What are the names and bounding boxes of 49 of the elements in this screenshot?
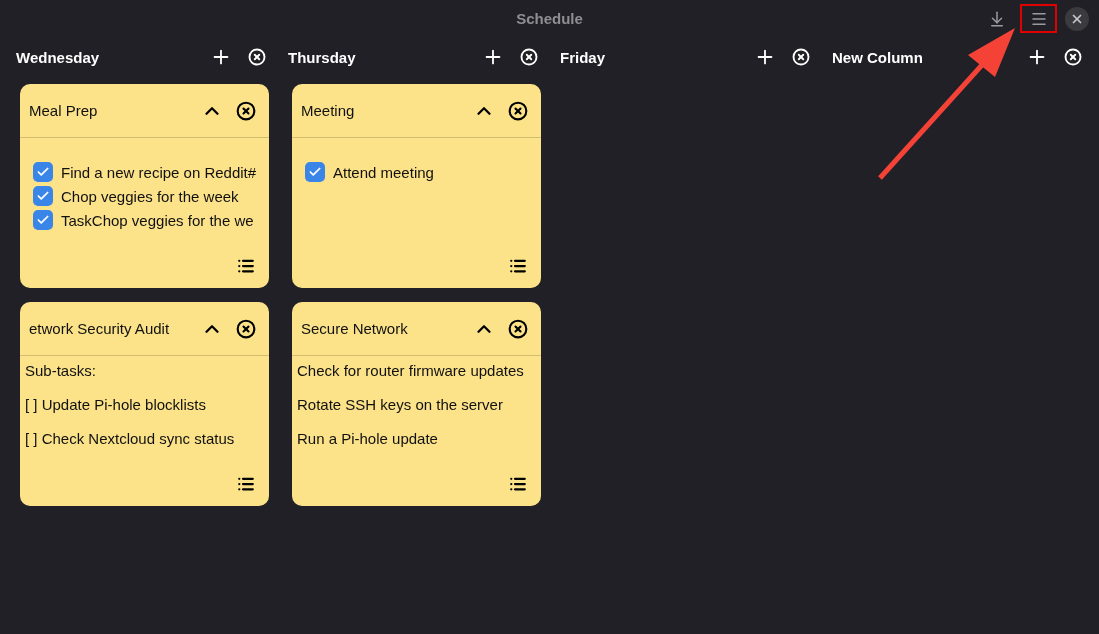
note-line: Sub-tasks: xyxy=(25,362,97,380)
delete-column-button[interactable] xyxy=(518,46,540,68)
list-icon xyxy=(237,257,255,275)
card-title: Secure Network xyxy=(301,320,409,337)
circle-x-icon xyxy=(1064,48,1082,66)
checkbox[interactable] xyxy=(33,210,53,230)
window-title: Schedule xyxy=(516,9,583,27)
list-icon xyxy=(509,475,527,493)
task-text: Find a new recipe on Reddit# xyxy=(61,163,257,181)
circle-x-icon xyxy=(520,48,538,66)
close-button[interactable] xyxy=(1065,6,1089,31)
checkbox[interactable] xyxy=(33,186,53,206)
delete-card-button[interactable] xyxy=(235,317,257,340)
note-line: Run a Pi-hole update xyxy=(297,430,439,448)
card-title: Meeting xyxy=(301,102,356,119)
delete-column-button[interactable] xyxy=(790,46,812,68)
check-icon xyxy=(36,213,50,227)
card-title: etwork Security Audit xyxy=(29,320,171,337)
download-icon xyxy=(988,9,1006,28)
card-title: Meal Prep xyxy=(29,102,99,119)
circle-x-icon xyxy=(792,48,810,66)
check-icon xyxy=(308,165,322,179)
note-line: Rotate SSH keys on the server xyxy=(297,396,504,414)
delete-column-button[interactable] xyxy=(246,46,268,68)
column-title: Friday xyxy=(560,48,606,66)
column-title: Wednesday xyxy=(16,48,101,66)
checkbox[interactable] xyxy=(305,162,325,182)
note-line: [ ] Check Nextcloud sync status xyxy=(25,430,236,448)
circle-x-icon xyxy=(248,48,266,66)
checkbox[interactable] xyxy=(33,162,53,182)
circle-x-icon xyxy=(508,100,528,121)
task-text: Chop veggies for the week xyxy=(61,187,239,205)
task-text: TaskChop veggies for the we xyxy=(61,211,254,229)
list-icon xyxy=(509,257,527,275)
circle-x-icon xyxy=(508,318,528,339)
note-line: [ ] Update Pi-hole blocklists xyxy=(25,396,207,414)
delete-card-button[interactable] xyxy=(507,317,529,340)
column-title: Thursday xyxy=(288,48,357,66)
delete-card-button[interactable] xyxy=(235,99,257,122)
circle-x-icon xyxy=(236,318,256,339)
check-icon xyxy=(36,165,50,179)
list-icon xyxy=(237,475,255,493)
circle-x-icon xyxy=(236,100,256,121)
check-icon xyxy=(36,189,50,203)
column-title: New Column xyxy=(832,48,924,66)
delete-column-button[interactable] xyxy=(1062,46,1084,68)
delete-card-button[interactable] xyxy=(507,99,529,122)
task-text: Attend meeting xyxy=(333,163,434,181)
note-line: Check for router firmware updates xyxy=(297,362,525,380)
